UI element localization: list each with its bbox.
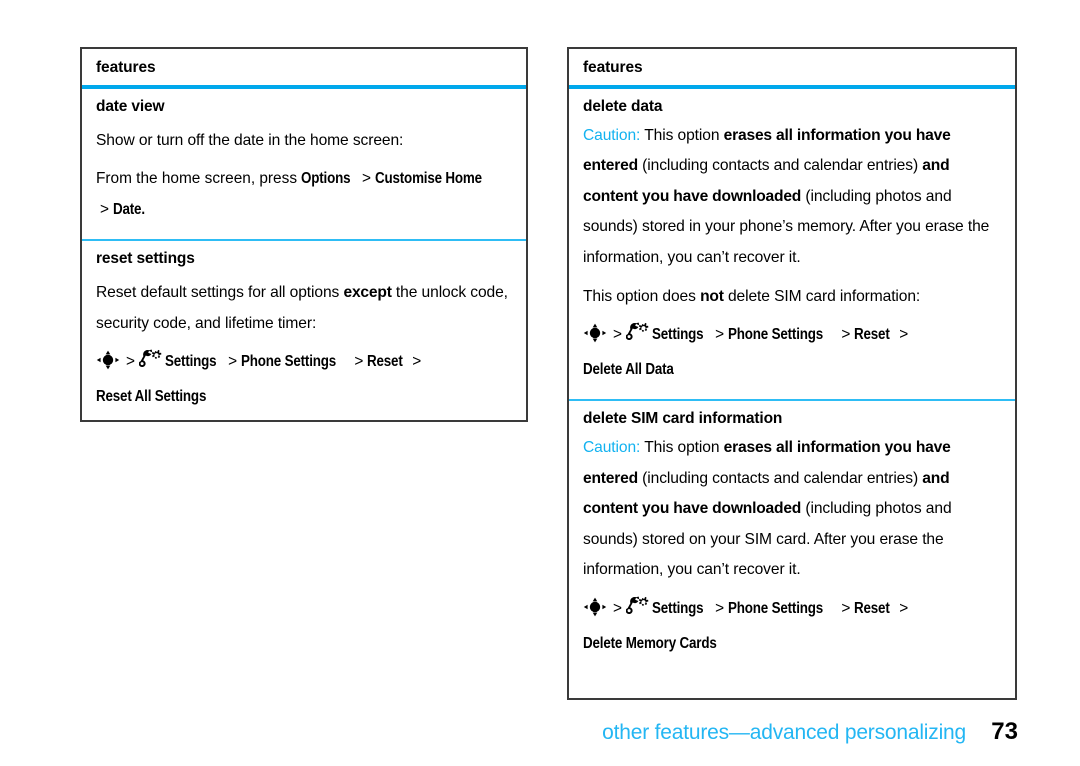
menu-item-reset: Reset bbox=[367, 353, 403, 371]
right-feature-box: features delete data Caution: This optio… bbox=[567, 47, 1017, 700]
settings-wrench-gear-icon bbox=[625, 596, 650, 629]
settings-wrench-gear-icon bbox=[138, 349, 163, 382]
page-number: 73 bbox=[991, 718, 1018, 745]
menu-item-options: Options bbox=[301, 170, 351, 188]
menu-item-settings: Settings bbox=[652, 326, 704, 344]
menu-item-reset: Reset bbox=[854, 599, 890, 617]
menu-item-phone-settings: Phone Settings bbox=[728, 599, 824, 617]
section-delete-sim-card-information: delete SIM card information Caution: Thi… bbox=[569, 399, 1015, 673]
menu-item-delete-memory-cards: Delete Memory Cards bbox=[583, 634, 717, 652]
date-view-instruction: From the home screen, press Options > Cust… bbox=[96, 164, 512, 225]
footer-chapter-title: other features—advanced personalizing bbox=[602, 721, 966, 744]
caution-text-1: This option bbox=[640, 126, 724, 144]
nav-key-icon bbox=[96, 350, 120, 382]
section-delete-data: delete data Caution: This option erases … bbox=[569, 89, 1015, 399]
chevron-separator: > bbox=[899, 326, 909, 344]
caution-label: Caution: bbox=[583, 126, 641, 144]
note-post: delete SIM card information: bbox=[723, 287, 921, 305]
delete-sim-menupath: > Settings > Phone Settings > Reset >Delete M… bbox=[583, 594, 1001, 659]
chevron-separator: > bbox=[100, 200, 109, 218]
menu-item-customise-home: Customise Home bbox=[375, 170, 482, 188]
nav-key-icon bbox=[583, 597, 607, 629]
delete-data-menupath: > Settings > Phone Settings > Reset >Delete A… bbox=[583, 320, 1001, 385]
note-pre: This option does bbox=[583, 287, 701, 305]
chevron-separator: > bbox=[412, 353, 422, 371]
chevron-separator: > bbox=[228, 353, 238, 371]
chevron-separator: > bbox=[613, 599, 622, 617]
caution-text-2: (including contacts and calendar entries… bbox=[637, 469, 923, 487]
section-title-date-view: date view bbox=[96, 98, 165, 116]
date-view-description: Show or turn off the date in the home sc… bbox=[96, 131, 404, 149]
menu-item-date: Date. bbox=[113, 200, 145, 218]
delete-data-note: This option does not delete SIM card inf… bbox=[583, 282, 1001, 313]
reset-desc-emphasis: except bbox=[343, 284, 392, 302]
chevron-separator: > bbox=[613, 326, 622, 344]
menu-item-settings: Settings bbox=[652, 599, 704, 617]
section-title-delete-sim-card-information: delete SIM card information bbox=[583, 410, 783, 428]
chevron-separator: > bbox=[841, 599, 851, 617]
caution-text-2: (including contacts and calendar entries… bbox=[637, 157, 923, 175]
chevron-separator: > bbox=[899, 599, 909, 617]
menu-item-settings: Settings bbox=[165, 353, 217, 371]
manual-page: features date view Show or turn off the … bbox=[0, 0, 1080, 766]
nav-key-icon bbox=[583, 323, 607, 355]
chevron-separator: > bbox=[715, 326, 725, 344]
settings-wrench-gear-icon bbox=[625, 322, 650, 355]
section-date-view: date view Show or turn off the date in t… bbox=[82, 89, 526, 239]
note-emphasis: not bbox=[700, 287, 724, 305]
reset-settings-menupath: > Settings > Phone Settings > Reset >Reset Al… bbox=[96, 347, 512, 412]
reset-settings-description: Reset default settings for all options e… bbox=[96, 278, 512, 339]
menu-item-phone-settings: Phone Settings bbox=[241, 353, 337, 371]
chevron-separator: > bbox=[841, 326, 851, 344]
page-footer: other features—advanced personalizing 73 bbox=[0, 718, 1018, 746]
section-reset-settings: reset settings Reset default settings fo… bbox=[82, 239, 526, 426]
menu-item-phone-settings: Phone Settings bbox=[728, 326, 824, 344]
chevron-separator: > bbox=[362, 170, 372, 188]
chevron-separator: > bbox=[354, 353, 364, 371]
caution-text-1: This option bbox=[640, 438, 724, 456]
delete-data-caution: Caution: This option erases all informat… bbox=[583, 121, 1001, 274]
section-title-reset-settings: reset settings bbox=[96, 250, 195, 268]
menu-item-delete-all-data: Delete All Data bbox=[583, 360, 674, 378]
chevron-separator: > bbox=[126, 353, 135, 371]
section-title-delete-data: delete data bbox=[583, 98, 663, 116]
caution-label: Caution: bbox=[583, 438, 641, 456]
menu-item-reset: Reset bbox=[854, 326, 890, 344]
left-features-header: features bbox=[82, 49, 526, 90]
reset-desc-pre: Reset default settings for all options bbox=[96, 284, 344, 302]
chevron-separator: > bbox=[715, 599, 725, 617]
instruction-lead: From the home screen, press bbox=[96, 170, 298, 188]
right-features-header: features bbox=[569, 49, 1015, 90]
delete-sim-caution: Caution: This option erases all informat… bbox=[583, 433, 1001, 586]
left-feature-box: features date view Show or turn off the … bbox=[80, 47, 528, 422]
menu-item-reset-all-settings: Reset All Settings bbox=[96, 387, 207, 405]
